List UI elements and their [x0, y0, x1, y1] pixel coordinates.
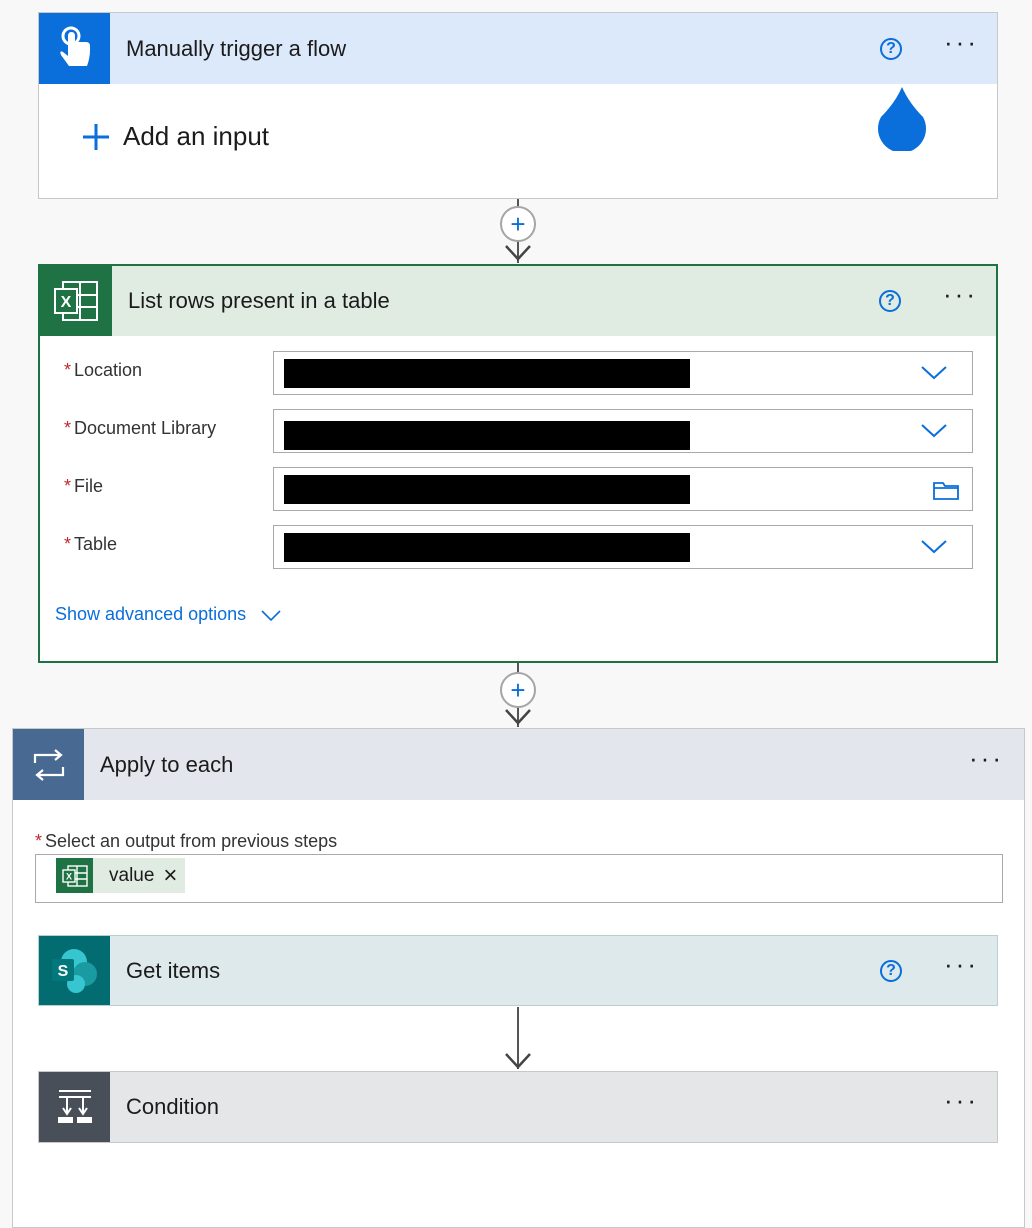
- token-icon-box: X: [56, 858, 93, 893]
- file-picker[interactable]: [273, 467, 973, 511]
- redacted-value: [284, 421, 690, 450]
- select-output-input[interactable]: X value ×: [35, 854, 1003, 903]
- document-library-dropdown[interactable]: [273, 409, 973, 453]
- arrow-down-icon: [505, 709, 531, 725]
- chevron-down-icon[interactable]: [920, 420, 948, 440]
- value-token[interactable]: X value ×: [56, 858, 186, 893]
- file-label: * File: [64, 476, 104, 496]
- insert-step-button[interactable]: +: [500, 672, 536, 708]
- get-items-card[interactable]: S Get items ? ···: [38, 935, 998, 1006]
- plus-icon: [83, 123, 109, 150]
- help-icon[interactable]: ?: [879, 290, 902, 312]
- loop-icon: [33, 748, 64, 781]
- more-options-icon[interactable]: ···: [944, 951, 979, 983]
- list-rows-card[interactable]: X List rows present in a table ? ··· * Lo…: [38, 264, 998, 663]
- arrow-down-icon: [505, 1053, 531, 1069]
- excel-icon: X: [61, 864, 88, 887]
- condition-icon: [57, 1090, 92, 1123]
- svg-text:X: X: [65, 871, 71, 881]
- get-items-title: Get items: [126, 957, 221, 983]
- apply-to-each-icon-box: [13, 729, 84, 800]
- list-rows-title: List rows present in a table: [128, 288, 390, 313]
- add-input-label: Add an input: [123, 121, 270, 151]
- token-label: value: [109, 864, 155, 886]
- apply-to-each-card[interactable]: Apply to each ··· * Select an output from…: [12, 728, 1025, 1228]
- get-items-icon-box: S: [39, 936, 110, 1005]
- redacted-value: [284, 533, 690, 562]
- condition-card[interactable]: Condition ···: [38, 1071, 998, 1143]
- trigger-icon-box: [39, 13, 110, 84]
- more-options-icon[interactable]: ···: [944, 29, 979, 61]
- more-options-icon[interactable]: ···: [943, 281, 978, 313]
- get-items-header[interactable]: S Get items ? ···: [39, 936, 997, 1005]
- trigger-title: Manually trigger a flow: [126, 35, 347, 61]
- trigger-header[interactable]: Manually trigger a flow ? ···: [39, 13, 997, 84]
- redacted-value: [284, 475, 690, 504]
- help-icon[interactable]: ?: [880, 37, 903, 60]
- excel-icon: X: [54, 281, 98, 321]
- svg-text:S: S: [57, 963, 68, 980]
- touch-hand-icon: [59, 26, 90, 66]
- remove-token-icon[interactable]: ×: [163, 862, 177, 890]
- redacted-value: [284, 359, 690, 388]
- advanced-options-label: Show advanced options: [55, 604, 247, 624]
- location-label: * Location: [64, 360, 143, 380]
- svg-text:X: X: [61, 294, 72, 311]
- more-options-icon[interactable]: ···: [944, 1087, 979, 1119]
- show-advanced-options-link[interactable]: Show advanced options: [55, 604, 282, 625]
- arrow-down-icon: [505, 245, 531, 261]
- more-options-icon[interactable]: ···: [969, 745, 1004, 777]
- drop-cursor-icon: [878, 87, 926, 151]
- list-rows-icon-box: X: [40, 266, 112, 336]
- document-library-label: * Document Library: [64, 418, 217, 438]
- table-label: * Table: [64, 534, 118, 554]
- location-dropdown[interactable]: [273, 351, 973, 395]
- condition-title: Condition: [126, 1094, 219, 1119]
- help-icon[interactable]: ?: [880, 959, 903, 982]
- list-rows-header[interactable]: X List rows present in a table ? ···: [40, 266, 996, 336]
- sharepoint-icon: S: [51, 948, 97, 993]
- apply-to-each-header[interactable]: Apply to each ···: [13, 729, 1024, 800]
- chevron-down-icon: [261, 609, 281, 621]
- trigger-card[interactable]: Manually trigger a flow ? ··· Add an inp…: [38, 12, 998, 199]
- folder-icon[interactable]: [932, 479, 960, 501]
- chevron-down-icon[interactable]: [920, 536, 948, 556]
- table-dropdown[interactable]: [273, 525, 973, 569]
- apply-to-each-title: Apply to each: [100, 751, 234, 777]
- select-output-label: * Select an output from previous steps: [35, 831, 338, 851]
- condition-header[interactable]: Condition ···: [39, 1072, 997, 1142]
- condition-icon-box: [39, 1072, 110, 1142]
- add-input-button[interactable]: Add an input: [81, 121, 269, 152]
- insert-step-button[interactable]: +: [500, 206, 536, 242]
- chevron-down-icon[interactable]: [920, 362, 948, 382]
